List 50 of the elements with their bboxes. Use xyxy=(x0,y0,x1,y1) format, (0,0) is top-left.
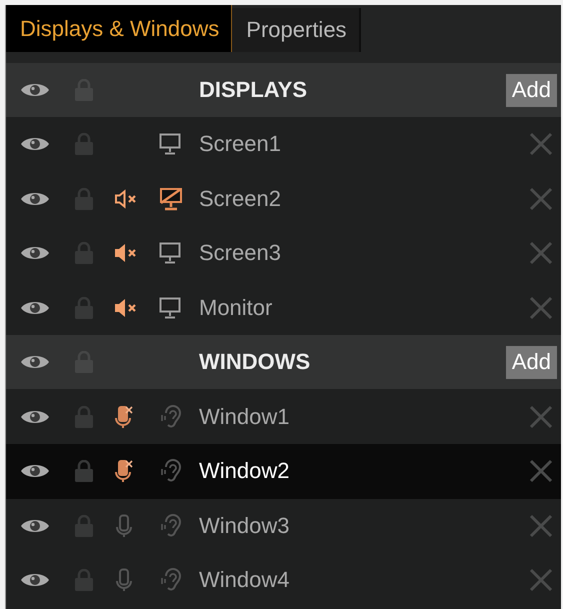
tab[interactable]: Properties xyxy=(232,8,361,52)
item-name: Screen1 xyxy=(199,131,282,158)
add-button[interactable]: Add xyxy=(506,346,557,379)
item-name: Window4 xyxy=(199,567,290,594)
list-row[interactable]: Window3 xyxy=(6,498,561,554)
close-icon[interactable] xyxy=(529,568,553,592)
close-icon[interactable] xyxy=(529,514,553,538)
list-row[interactable]: Monitor xyxy=(6,280,561,336)
ear-icon[interactable] xyxy=(159,459,183,484)
close-icon[interactable] xyxy=(529,404,553,429)
section-title: DISPLAYS xyxy=(199,77,308,103)
list-row[interactable]: Screen3 xyxy=(6,226,561,281)
item-name: Monitor xyxy=(199,295,274,322)
speaker-muted-icon[interactable] xyxy=(114,298,138,318)
ear-icon[interactable] xyxy=(159,514,183,538)
microphone-icon[interactable] xyxy=(114,568,134,592)
microphone-icon[interactable] xyxy=(114,514,134,538)
lock-icon[interactable] xyxy=(74,514,94,537)
close-icon[interactable] xyxy=(529,459,553,484)
microphone-muted-icon[interactable] xyxy=(114,404,134,429)
section-title: WINDOWS xyxy=(199,349,312,376)
lock-icon[interactable] xyxy=(74,406,94,428)
close-icon[interactable] xyxy=(529,132,553,156)
lock-icon[interactable] xyxy=(74,569,94,592)
ear-icon[interactable] xyxy=(159,568,183,592)
ear-icon[interactable] xyxy=(159,404,183,429)
close-icon[interactable] xyxy=(529,241,553,266)
tab[interactable]: Displays & Windows xyxy=(6,5,232,52)
speaker-muted-icon[interactable] xyxy=(114,188,138,209)
speaker-muted-icon[interactable] xyxy=(114,243,138,264)
list-row[interactable]: Screen1 xyxy=(6,117,561,172)
item-name: Window1 xyxy=(199,404,290,430)
eye-icon[interactable] xyxy=(20,81,50,99)
item-name: Window2 xyxy=(199,458,290,484)
item-name: Screen2 xyxy=(199,186,282,212)
lock-icon[interactable] xyxy=(74,242,94,264)
list-row[interactable]: Window4 xyxy=(6,553,561,608)
item-name: Screen3 xyxy=(199,240,282,266)
lock-icon[interactable] xyxy=(74,460,94,482)
lock-icon[interactable] xyxy=(74,297,94,320)
list-row[interactable]: Window2 xyxy=(6,444,561,499)
lock-icon[interactable] xyxy=(74,188,94,210)
item-name: Window3 xyxy=(199,512,290,539)
list-row[interactable]: Screen2 xyxy=(6,172,561,226)
list-row[interactable]: Window1 xyxy=(6,389,561,444)
microphone-muted-icon[interactable] xyxy=(114,459,134,484)
add-button[interactable]: Add xyxy=(506,74,557,106)
close-icon[interactable] xyxy=(529,296,553,320)
close-icon[interactable] xyxy=(529,186,553,211)
lock-icon[interactable] xyxy=(74,133,94,156)
